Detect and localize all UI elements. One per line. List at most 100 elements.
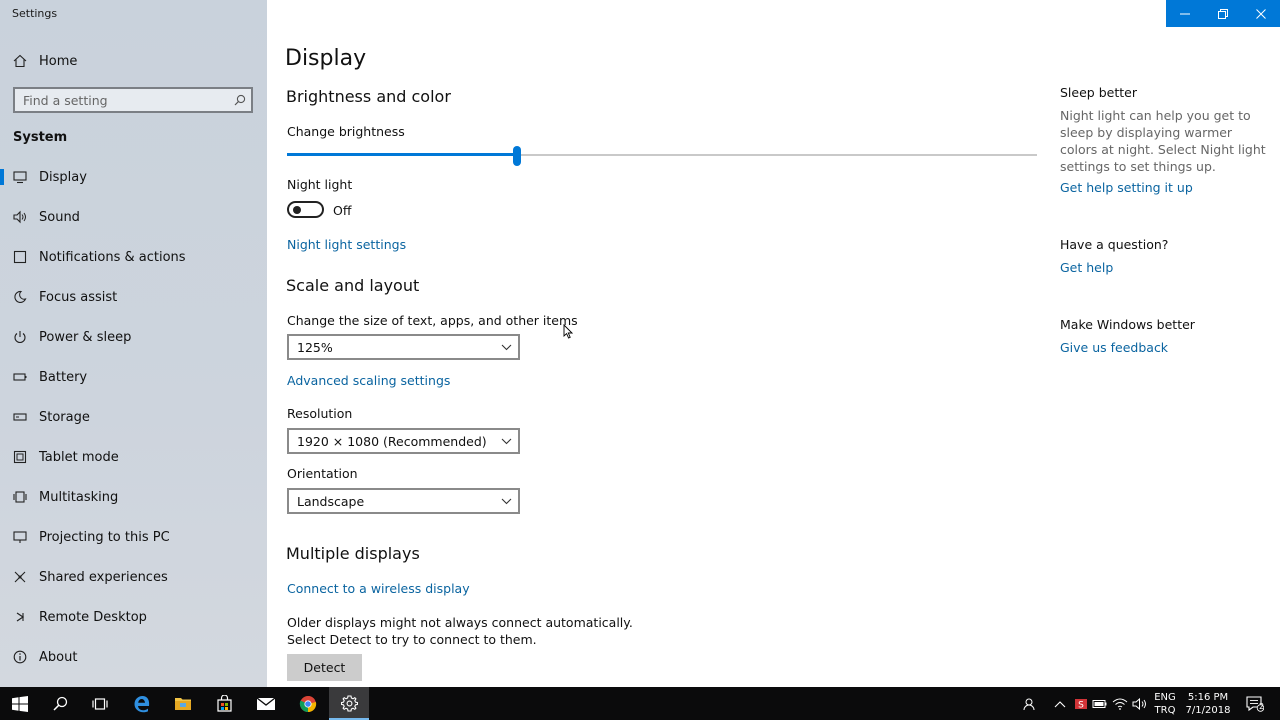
search-icon[interactable] bbox=[229, 94, 251, 106]
sidebar-item-sound[interactable]: Sound bbox=[0, 197, 267, 237]
scale-dropdown[interactable]: 125% bbox=[287, 334, 520, 360]
svg-text:S: S bbox=[1078, 700, 1084, 710]
battery-tray-button[interactable] bbox=[1090, 687, 1110, 720]
resolution-label: Resolution bbox=[287, 406, 353, 421]
tablet-icon bbox=[13, 450, 27, 464]
sidebar-item-shared-experiences[interactable]: Shared experiences bbox=[0, 557, 267, 597]
people-button[interactable] bbox=[1020, 687, 1040, 720]
security-app-icon: S bbox=[1075, 698, 1087, 710]
night-light-toggle[interactable] bbox=[287, 201, 324, 218]
brightness-slider[interactable] bbox=[287, 145, 1037, 166]
edge-button[interactable] bbox=[122, 687, 162, 720]
sidebar-item-display[interactable]: Display bbox=[0, 157, 267, 197]
sidebar-item-label: Remote Desktop bbox=[39, 609, 147, 625]
sleep-better-title: Sleep better bbox=[1060, 85, 1137, 100]
mail-icon bbox=[256, 696, 276, 710]
home-label: Home bbox=[39, 53, 78, 69]
sidebar-item-remote-desktop[interactable]: Remote Desktop bbox=[0, 597, 267, 637]
get-help-setting-link[interactable]: Get help setting it up bbox=[1060, 180, 1270, 195]
show-hidden-icons-button[interactable] bbox=[1050, 687, 1070, 720]
night-light-settings-link[interactable]: Night light settings bbox=[287, 237, 406, 252]
wifi-icon bbox=[1112, 698, 1128, 710]
storage-icon bbox=[13, 410, 27, 424]
remote-desktop-icon bbox=[13, 610, 27, 624]
toggle-knob bbox=[293, 206, 301, 214]
system-section-header: System bbox=[13, 130, 68, 145]
start-button[interactable] bbox=[0, 687, 40, 720]
moon-icon bbox=[13, 290, 27, 304]
sidebar-item-multitasking[interactable]: Multitasking bbox=[0, 477, 267, 517]
chevron-down-icon bbox=[494, 498, 518, 505]
close-button[interactable] bbox=[1242, 0, 1280, 27]
mail-button[interactable] bbox=[246, 687, 286, 720]
sidebar-item-label: Battery bbox=[39, 369, 88, 385]
chevron-up-icon bbox=[1054, 700, 1066, 707]
sidebar-item-projecting[interactable]: Projecting to this PC bbox=[0, 517, 267, 557]
task-view-icon bbox=[92, 697, 108, 710]
clock-button[interactable]: 5:16 PM 7/1/2018 bbox=[1182, 687, 1234, 720]
settings-taskbar-button[interactable] bbox=[329, 687, 369, 720]
edge-icon bbox=[134, 695, 150, 712]
advanced-scaling-link[interactable]: Advanced scaling settings bbox=[287, 373, 450, 388]
sidebar-item-label: Tablet mode bbox=[39, 449, 119, 465]
close-icon bbox=[1256, 8, 1266, 19]
network-tray-button[interactable] bbox=[1110, 687, 1130, 720]
notification-icon bbox=[13, 250, 27, 264]
battery-tray-icon bbox=[1092, 699, 1107, 708]
power-icon bbox=[13, 330, 27, 344]
slider-thumb[interactable] bbox=[513, 146, 521, 166]
search-icon bbox=[52, 696, 67, 711]
get-help-link[interactable]: Get help bbox=[1060, 260, 1270, 275]
projecting-icon bbox=[13, 530, 27, 544]
sidebar-item-storage[interactable]: Storage bbox=[0, 397, 267, 437]
file-explorer-icon bbox=[175, 698, 191, 710]
clock-time: 5:16 PM bbox=[1187, 691, 1229, 703]
sidebar-item-label: Focus assist bbox=[39, 289, 118, 305]
sidebar-item-about[interactable]: About bbox=[0, 637, 267, 677]
sidebar-item-tablet-mode[interactable]: Tablet mode bbox=[0, 437, 267, 477]
chevron-down-icon bbox=[494, 344, 518, 351]
sidebar-item-notifications[interactable]: Notifications & actions bbox=[0, 237, 267, 277]
wireless-display-link[interactable]: Connect to a wireless display bbox=[287, 581, 470, 596]
taskbar-search-button[interactable] bbox=[40, 687, 80, 720]
sidebar-item-label: Projecting to this PC bbox=[39, 529, 170, 545]
restore-button[interactable] bbox=[1204, 0, 1242, 27]
chevron-down-icon bbox=[494, 438, 518, 445]
file-explorer-button[interactable] bbox=[163, 687, 203, 720]
task-view-button[interactable] bbox=[80, 687, 120, 720]
taskbar: S ENG TRQ 5:16 PM 7/1/2018 2 bbox=[0, 687, 1280, 720]
security-tray-button[interactable]: S bbox=[1071, 687, 1091, 720]
chrome-icon bbox=[299, 695, 317, 712]
brightness-label: Change brightness bbox=[287, 124, 405, 139]
sidebar-item-power-sleep[interactable]: Power & sleep bbox=[0, 317, 267, 357]
settings-window: Settings Home Find a setting System Disp… bbox=[0, 0, 1280, 687]
input-language-button[interactable]: ENG TRQ bbox=[1152, 687, 1178, 720]
detect-button[interactable]: Detect bbox=[287, 654, 362, 681]
search-input[interactable]: Find a setting bbox=[15, 93, 229, 108]
scale-value: 125% bbox=[297, 339, 333, 355]
chrome-button[interactable] bbox=[288, 687, 328, 720]
minimize-button[interactable] bbox=[1166, 0, 1204, 27]
sidebar-item-battery[interactable]: Battery bbox=[0, 357, 267, 397]
restore-icon bbox=[1218, 8, 1228, 19]
home-nav-item[interactable]: Home bbox=[0, 48, 267, 74]
volume-icon bbox=[1132, 697, 1146, 710]
resolution-value: 1920 × 1080 (Recommended) bbox=[297, 433, 487, 449]
orientation-value: Landscape bbox=[297, 493, 365, 509]
people-icon bbox=[1023, 698, 1035, 710]
clock-date: 7/1/2018 bbox=[1185, 704, 1231, 716]
search-box[interactable]: Find a setting bbox=[13, 87, 253, 113]
resolution-dropdown[interactable]: 1920 × 1080 (Recommended) bbox=[287, 428, 520, 454]
orientation-dropdown[interactable]: Landscape bbox=[287, 488, 520, 514]
sidebar-item-label: Storage bbox=[39, 409, 90, 425]
main-content: Display Brightness and color Change brig… bbox=[267, 0, 1280, 687]
action-center-button[interactable]: 2 bbox=[1240, 687, 1270, 720]
sidebar-item-label: Notifications & actions bbox=[39, 249, 186, 265]
store-button[interactable] bbox=[204, 687, 244, 720]
sidebar-item-focus-assist[interactable]: Focus assist bbox=[0, 277, 267, 317]
keyboard-layout: TRQ bbox=[1154, 704, 1176, 716]
give-feedback-link[interactable]: Give us feedback bbox=[1060, 340, 1270, 355]
volume-tray-button[interactable] bbox=[1130, 687, 1150, 720]
sidebar-item-label: Shared experiences bbox=[39, 569, 168, 585]
notification-count: 2 bbox=[1259, 702, 1265, 711]
